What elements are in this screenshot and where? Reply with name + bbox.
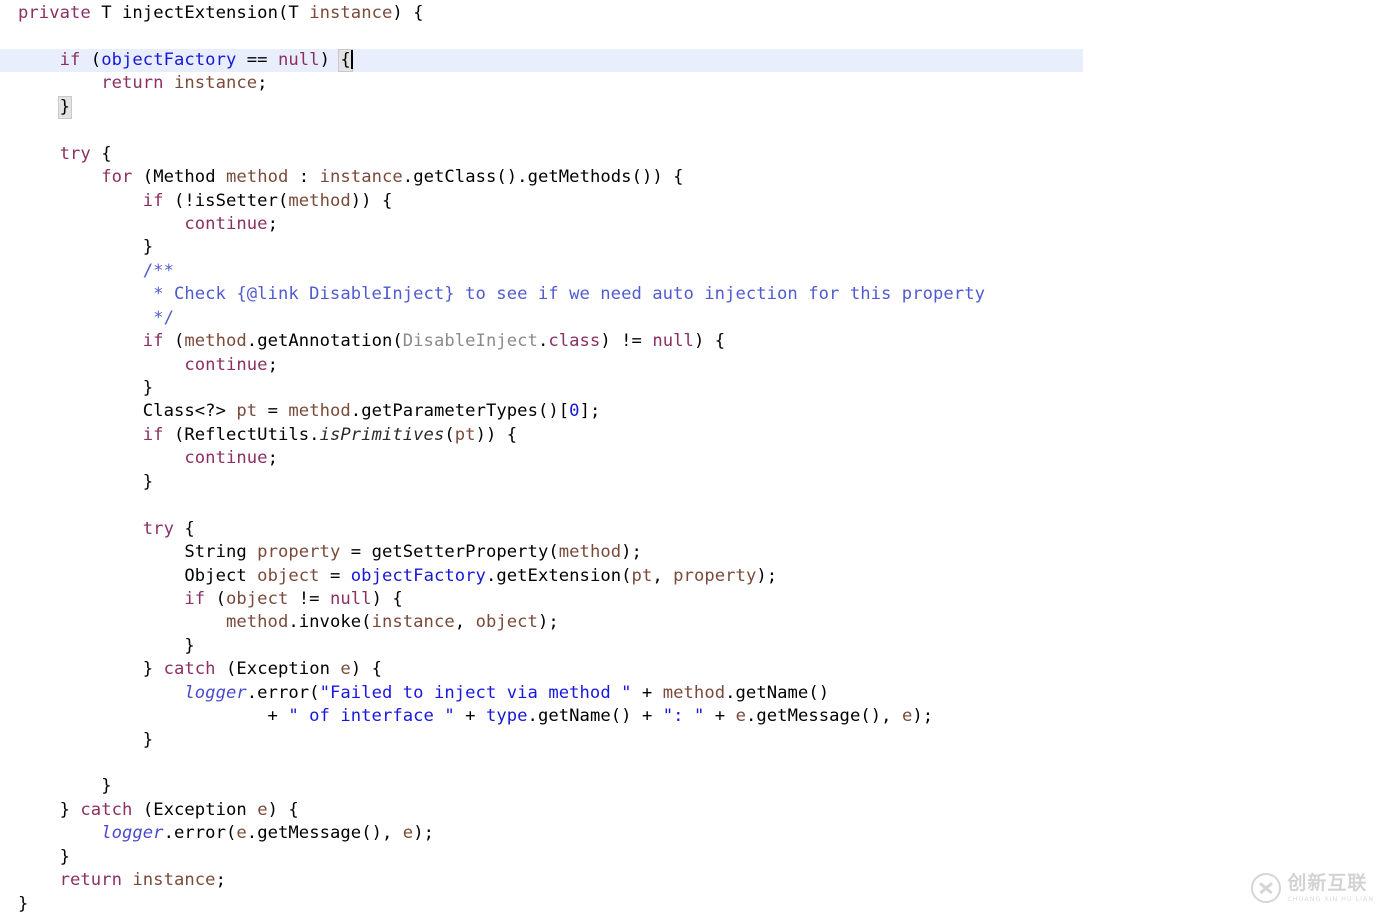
code-line[interactable]: } xyxy=(0,775,1388,798)
text-caret xyxy=(350,49,353,69)
code-line[interactable]: if (object != null) { xyxy=(0,588,1388,611)
code-line[interactable]: } xyxy=(0,377,1388,400)
code-line[interactable]: } catch (Exception e) { xyxy=(0,658,1388,681)
code-line[interactable]: if (!isSetter(method)) { xyxy=(0,190,1388,213)
code-line[interactable]: if (method.getAnnotation(DisableInject.c… xyxy=(0,330,1388,353)
code-line[interactable]: */ xyxy=(0,307,1388,330)
code-line[interactable]: method.invoke(instance, object); xyxy=(0,611,1388,634)
code-line[interactable]: continue; xyxy=(0,447,1388,470)
code-line[interactable]: try { xyxy=(0,518,1388,541)
watermark-text: 创新互联 CHUANG XIN HU LIAN xyxy=(1287,871,1374,903)
code-line[interactable]: if (ReflectUtils.isPrimitives(pt)) { xyxy=(0,424,1388,447)
watermark-chinese: 创新互联 xyxy=(1287,871,1368,894)
code-line[interactable] xyxy=(0,25,1388,48)
code-line[interactable]: } xyxy=(0,846,1388,869)
watermark: 创新互联 CHUANG XIN HU LIAN xyxy=(1251,873,1374,903)
code-line[interactable]: logger.error("Failed to inject via metho… xyxy=(0,682,1388,705)
code-line[interactable]: continue; xyxy=(0,354,1388,377)
code-editor[interactable]: private T injectExtension(T instance) { … xyxy=(0,0,1388,917)
code-line[interactable]: } catch (Exception e) { xyxy=(0,799,1388,822)
code-line[interactable] xyxy=(0,494,1388,517)
code-line[interactable]: logger.error(e.getMessage(), e); xyxy=(0,822,1388,845)
code-line[interactable]: } xyxy=(0,893,1388,916)
code-line[interactable] xyxy=(0,752,1388,775)
code-line[interactable]: String property = getSetterProperty(meth… xyxy=(0,541,1388,564)
code-line[interactable]: + " of interface " + type.getName() + ":… xyxy=(0,705,1388,728)
code-line[interactable]: Object object = objectFactory.getExtensi… xyxy=(0,565,1388,588)
code-line[interactable]: } xyxy=(0,471,1388,494)
code-line[interactable]: Class<?> pt = method.getParameterTypes()… xyxy=(0,400,1388,423)
code-line[interactable]: } xyxy=(0,95,1388,119)
code-line[interactable]: } xyxy=(0,236,1388,259)
code-line[interactable]: continue; xyxy=(0,213,1388,236)
code-line[interactable]: } xyxy=(0,635,1388,658)
code-line[interactable] xyxy=(0,119,1388,142)
watermark-pinyin: CHUANG XIN HU LIAN xyxy=(1287,894,1374,903)
code-line-current[interactable]: if (objectFactory == null) { xyxy=(0,48,1083,73)
code-line[interactable]: /** xyxy=(0,260,1388,283)
circled-x-logo-icon xyxy=(1251,873,1282,903)
code-line[interactable]: for (Method method : instance.getClass()… xyxy=(0,166,1388,189)
code-line[interactable]: return instance; xyxy=(0,869,1388,892)
code-lines-container[interactable]: private T injectExtension(T instance) { … xyxy=(0,0,1388,916)
code-line[interactable]: return instance; xyxy=(0,72,1388,95)
code-line[interactable]: } xyxy=(0,729,1388,752)
code-line[interactable]: try { xyxy=(0,143,1388,166)
code-line[interactable]: * Check {@link DisableInject} to see if … xyxy=(0,283,1388,306)
code-line[interactable]: private T injectExtension(T instance) { xyxy=(0,2,1388,25)
